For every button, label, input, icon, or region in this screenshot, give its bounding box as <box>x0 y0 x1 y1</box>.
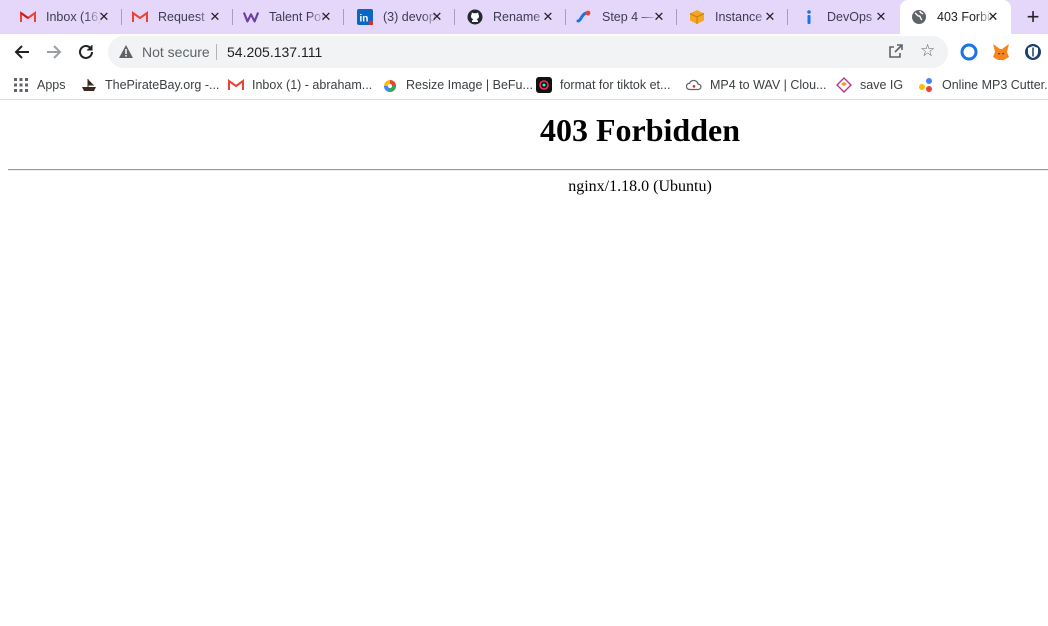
bookmark-label: ThePirateBay.org -... <box>105 77 220 92</box>
tab-devops[interactable]: DevOps ✕ <box>788 0 899 34</box>
color-wheel-icon <box>382 77 398 93</box>
gmail-icon <box>20 9 36 25</box>
close-icon[interactable]: ✕ <box>318 9 334 25</box>
tab-request[interactable]: Request ✕ <box>122 0 233 34</box>
tab-title: Inbox (16) <box>46 10 102 24</box>
close-icon[interactable]: ✕ <box>540 9 556 25</box>
warning-icon[interactable] <box>118 44 134 64</box>
url-text[interactable]: 54.205.137.111 <box>227 44 322 60</box>
address-bar[interactable]: Not secure 54.205.137.111 ☆ <box>108 36 948 68</box>
bookmark-save-ig[interactable]: save IG <box>836 76 903 93</box>
close-icon[interactable]: ✕ <box>429 9 445 25</box>
tab-step-4[interactable]: Step 4 — ✕ <box>566 0 677 34</box>
bookmark-label: Resize Image | BeFu... <box>406 77 533 92</box>
tab-403-forbidden[interactable]: 403 Forbidden ✕ <box>900 0 1011 34</box>
reload-button[interactable] <box>74 40 98 64</box>
reload-icon <box>79 44 93 59</box>
bookmark-label: MP4 to WAV | Clou... <box>710 77 827 92</box>
browser-toolbar: Not secure 54.205.137.111 ☆ <box>0 34 1048 70</box>
tab-title: Talent Portal <box>269 10 325 24</box>
bookmark-label: Apps <box>37 77 66 92</box>
back-button[interactable] <box>10 40 34 64</box>
workable-icon <box>243 9 259 25</box>
close-icon[interactable]: ✕ <box>762 9 778 25</box>
security-status[interactable]: Not secure <box>142 44 210 60</box>
tab-instance[interactable]: Instance ✕ <box>677 0 788 34</box>
page-content: 403 Forbidden nginx/1.18.0 (Ubuntu) <box>0 100 1048 626</box>
tab-strip: Inbox (16) ✕ Request ✕ Talent Portal ✕ i… <box>0 0 1048 34</box>
bookmark-mp4-to-wav[interactable]: MP4 to WAV | Clou... <box>686 76 826 93</box>
info-icon <box>801 9 817 25</box>
blue-swirl-icon <box>576 9 592 25</box>
bookmark-label: Inbox (1) - abraham... <box>252 77 373 92</box>
tab-inbox[interactable]: Inbox (16) ✕ <box>0 0 122 34</box>
close-icon[interactable]: ✕ <box>651 9 667 25</box>
shield-extension-icon[interactable] <box>1022 41 1044 63</box>
tiktok-like-icon <box>536 76 552 93</box>
bookmark-piratebay[interactable]: ThePirateBay.org -... <box>81 76 219 93</box>
linkedin-icon: in <box>357 9 373 25</box>
bookmark-apps[interactable]: Apps <box>13 76 66 93</box>
tab-github[interactable]: Rename ✕ <box>455 0 566 34</box>
globe-icon <box>911 9 927 25</box>
close-icon[interactable]: ✕ <box>985 9 1001 25</box>
bookmark-label: format for tiktok et... <box>560 77 671 92</box>
gmail-icon <box>132 9 148 25</box>
address-separator <box>216 44 217 60</box>
bookmarks-bar: Apps ThePirateBay.org -... Inbox (1) - a… <box>0 70 1048 100</box>
horizontal-rule <box>8 169 1048 171</box>
gmail-icon <box>228 77 244 93</box>
forward-button[interactable] <box>42 40 66 64</box>
bookmark-label: Online MP3 Cutter... <box>942 77 1048 92</box>
tab-linkedin[interactable]: in (3) devops ✕ <box>344 0 455 34</box>
tab-talent-portal[interactable]: Talent Portal ✕ <box>233 0 344 34</box>
tab-title: Request <box>158 10 205 24</box>
cloud-icon <box>686 77 702 93</box>
pirate-ship-icon <box>81 77 97 93</box>
tab-title: Step 4 — <box>602 10 655 24</box>
metamask-fox-icon[interactable] <box>990 41 1012 63</box>
bookmark-resize-image[interactable]: Resize Image | BeFu... <box>382 76 533 93</box>
arrow-left-icon <box>14 45 29 59</box>
zigzag-icon <box>836 76 852 93</box>
svg-text:in: in <box>360 14 369 25</box>
bookmark-star-icon[interactable]: ☆ <box>920 42 935 60</box>
server-signature: nginx/1.18.0 (Ubuntu) <box>568 178 712 195</box>
bookmark-format-tiktok[interactable]: format for tiktok et... <box>536 76 670 93</box>
apps-grid-icon <box>13 77 29 93</box>
close-icon[interactable]: ✕ <box>96 9 112 25</box>
close-icon[interactable]: ✕ <box>207 9 223 25</box>
page-title: 403 Forbidden <box>539 112 741 148</box>
arrow-right-icon <box>47 45 62 59</box>
aws-box-icon <box>689 9 705 25</box>
dots-icon <box>918 77 934 93</box>
new-tab-button[interactable]: + <box>1020 5 1046 29</box>
bookmark-mp3-cutter[interactable]: Online MP3 Cutter... <box>918 76 1048 93</box>
bookmark-label: save IG <box>860 77 904 92</box>
share-icon[interactable] <box>888 43 904 64</box>
extension-circle-icon[interactable] <box>958 41 980 63</box>
github-icon <box>467 9 483 25</box>
bookmark-gmail-inbox[interactable]: Inbox (1) - abraham... <box>228 76 372 93</box>
close-icon[interactable]: ✕ <box>873 9 889 25</box>
